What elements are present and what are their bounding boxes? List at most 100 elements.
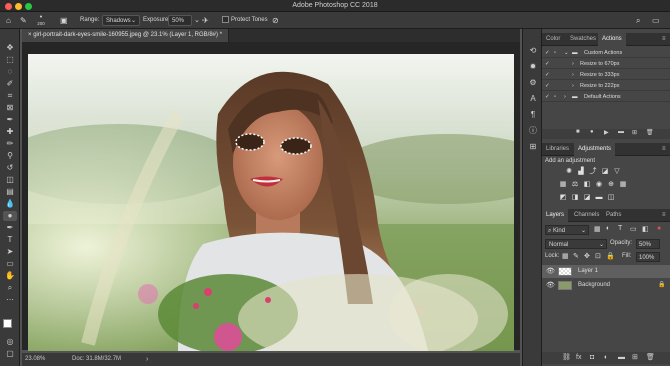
tab-layers[interactable]: Layers [542,209,569,222]
adjustment-filter-icon[interactable]: ◐ [606,225,610,232]
selective-color-icon[interactable]: ◫ [606,193,616,202]
zoom-level[interactable]: 23.08% [25,353,45,366]
tab-libraries[interactable]: Libraries [542,143,573,156]
lock-artboard-icon[interactable]: ⊡ [595,252,601,260]
black-white-icon[interactable]: ◧ [582,180,592,189]
play-icon[interactable]: ▶ [604,129,609,136]
smart-object-filter-icon[interactable]: ◧ [642,225,649,233]
eyedropper-tool-icon[interactable]: ✒ [3,115,17,125]
home-icon[interactable]: ⌂ [6,15,11,26]
new-group-icon[interactable]: ▬ [618,352,625,364]
color-balance-icon[interactable]: ⚖ [570,180,580,189]
new-set-icon[interactable]: ▬ [618,129,624,135]
pixel-filter-icon[interactable]: ▦ [594,225,601,233]
protect-tones-checkbox[interactable]: Protect Tones [222,15,268,26]
panel-menu-icon[interactable]: ≡ [658,209,670,222]
quick-select-tool-icon[interactable]: ✐ [3,79,17,89]
dodge-tool-icon[interactable]: ● [3,211,17,221]
brightness-contrast-icon[interactable]: ✺ [564,167,574,176]
eye-icon[interactable]: 👁 [546,279,555,292]
gradient-map-icon[interactable]: ▬ [594,193,604,202]
range-dropdown[interactable]: Shadows ⌄ [102,15,140,26]
link-layers-icon[interactable]: ⛓ [562,352,571,364]
hue-saturation-icon[interactable]: ▦ [558,180,568,189]
lasso-tool-icon[interactable]: ◌ [3,67,17,77]
type-tool-icon[interactable]: T [3,235,17,245]
expand-arrow-icon[interactable]: › [572,81,574,91]
zoom-tool-icon[interactable]: ⌕ [3,283,17,293]
layer-row[interactable]: 👁 Background 🔒 [542,279,670,292]
lock-position-icon[interactable]: ✥ [584,252,590,260]
channel-mixer-icon[interactable]: ⊕ [606,180,616,189]
fill-field[interactable]: 100% [636,252,660,262]
color-lookup-icon[interactable]: ▦ [618,180,628,189]
brush-settings-icon[interactable]: ▣ [60,15,68,26]
airbrush-icon[interactable]: ✈ [202,15,209,26]
foreground-color-swatch[interactable] [3,319,12,328]
workspace-icon[interactable]: ▭ [652,15,660,26]
lock-all-icon[interactable]: 🔒 [606,252,615,260]
exposure-adjustment-icon[interactable]: ◪ [600,167,610,176]
levels-icon[interactable]: ▟ [576,167,586,176]
paragraph-panel-icon[interactable]: ¶ [527,109,539,121]
layer-name[interactable]: Background [578,279,610,292]
gradient-tool-icon[interactable]: ▤ [3,187,17,197]
exposure-field[interactable]: 50% [168,15,192,26]
brush-preset-picker[interactable]: • 200 [34,14,48,26]
layer-row[interactable]: 👁 Layer 1 [542,265,670,278]
more-tools-icon[interactable]: ⋯ [3,295,17,305]
lock-image-icon[interactable]: ✎ [573,252,579,260]
document-size[interactable]: Doc: 31.8M/32.7M [72,353,121,366]
layer-name[interactable]: Layer 1 [578,265,598,278]
move-tool-icon[interactable]: ✥ [3,43,17,53]
expand-arrow-icon[interactable]: › [572,59,574,69]
action-set-row[interactable]: ✓ ▫ › ▬ Default Actions [542,92,670,102]
glyphs-panel-icon[interactable]: ⊞ [527,141,539,153]
photo-filter-icon[interactable]: ◉ [594,180,604,189]
marquee-tool-icon[interactable]: ⬚ [3,55,17,65]
document-tab[interactable]: × girl-portrait-dark-eyes-smile-160955.j… [22,29,230,42]
new-adjustment-layer-icon[interactable]: ◐ [604,352,608,364]
expand-arrow-icon[interactable]: › [572,70,574,80]
panel-menu-icon[interactable]: ≡ [658,33,670,46]
screen-mode-icon[interactable]: ▢ [3,349,17,359]
invert-icon[interactable]: ◩ [558,193,568,202]
vibrance-icon[interactable]: ▽ [612,167,622,176]
brush-tool-icon[interactable]: ✏ [3,139,17,149]
layer-kind-filter[interactable]: ⌕ Kind ⌄ [545,225,589,235]
dialog-toggle-icon[interactable]: ▫ [554,92,556,102]
history-panel-icon[interactable]: ⟲ [527,45,539,57]
exposure-slider-icon[interactable]: ⌄ [194,15,200,26]
crop-tool-icon[interactable]: ⌗ [3,91,17,101]
blur-tool-icon[interactable]: 💧 [3,199,17,209]
delete-layer-icon[interactable]: 🗑 [646,352,655,364]
pressure-size-icon[interactable]: ⊘ [272,15,279,26]
info-panel-icon[interactable]: ⓘ [527,125,539,137]
action-row[interactable]: ✓ › Resize to 670px [542,59,670,69]
tab-adjustments[interactable]: Adjustments [574,143,616,156]
eraser-tool-icon[interactable]: ◫ [3,175,17,185]
checkmark-icon[interactable]: ✓ [545,92,550,102]
curves-icon[interactable]: ⤴ [588,167,598,176]
blend-mode-dropdown[interactable]: Normal ⌄ [545,239,607,249]
shape-filter-icon[interactable]: ▭ [630,225,637,233]
action-set-row[interactable]: ✓ ▫ ⌄ ▬ Custom Actions [542,48,670,58]
layer-style-icon[interactable]: fx [576,352,581,364]
expand-arrow-icon[interactable]: › [564,92,566,102]
checkmark-icon[interactable]: ✓ [545,70,550,80]
delete-icon[interactable]: 🗑 [646,129,654,136]
properties-panel-icon[interactable]: ⚙ [527,77,539,89]
status-menu-icon[interactable]: › [146,353,148,366]
checkmark-icon[interactable]: ✓ [545,81,550,91]
posterize-icon[interactable]: ◨ [570,193,580,202]
brush-settings-panel-icon[interactable]: ✹ [527,61,539,73]
healing-brush-tool-icon[interactable]: ✚ [3,127,17,137]
expand-arrow-icon[interactable]: ⌄ [564,48,569,58]
action-row[interactable]: ✓ › Resize to 222px [542,81,670,91]
search-icon[interactable]: ⌕ [636,15,640,26]
close-tab-icon[interactable]: × [28,32,32,38]
tab-actions[interactable]: Actions [598,33,626,46]
quick-mask-icon[interactable]: ◎ [3,337,17,347]
clone-stamp-tool-icon[interactable]: ⚲ [3,151,17,161]
character-panel-icon[interactable]: A [527,93,539,105]
